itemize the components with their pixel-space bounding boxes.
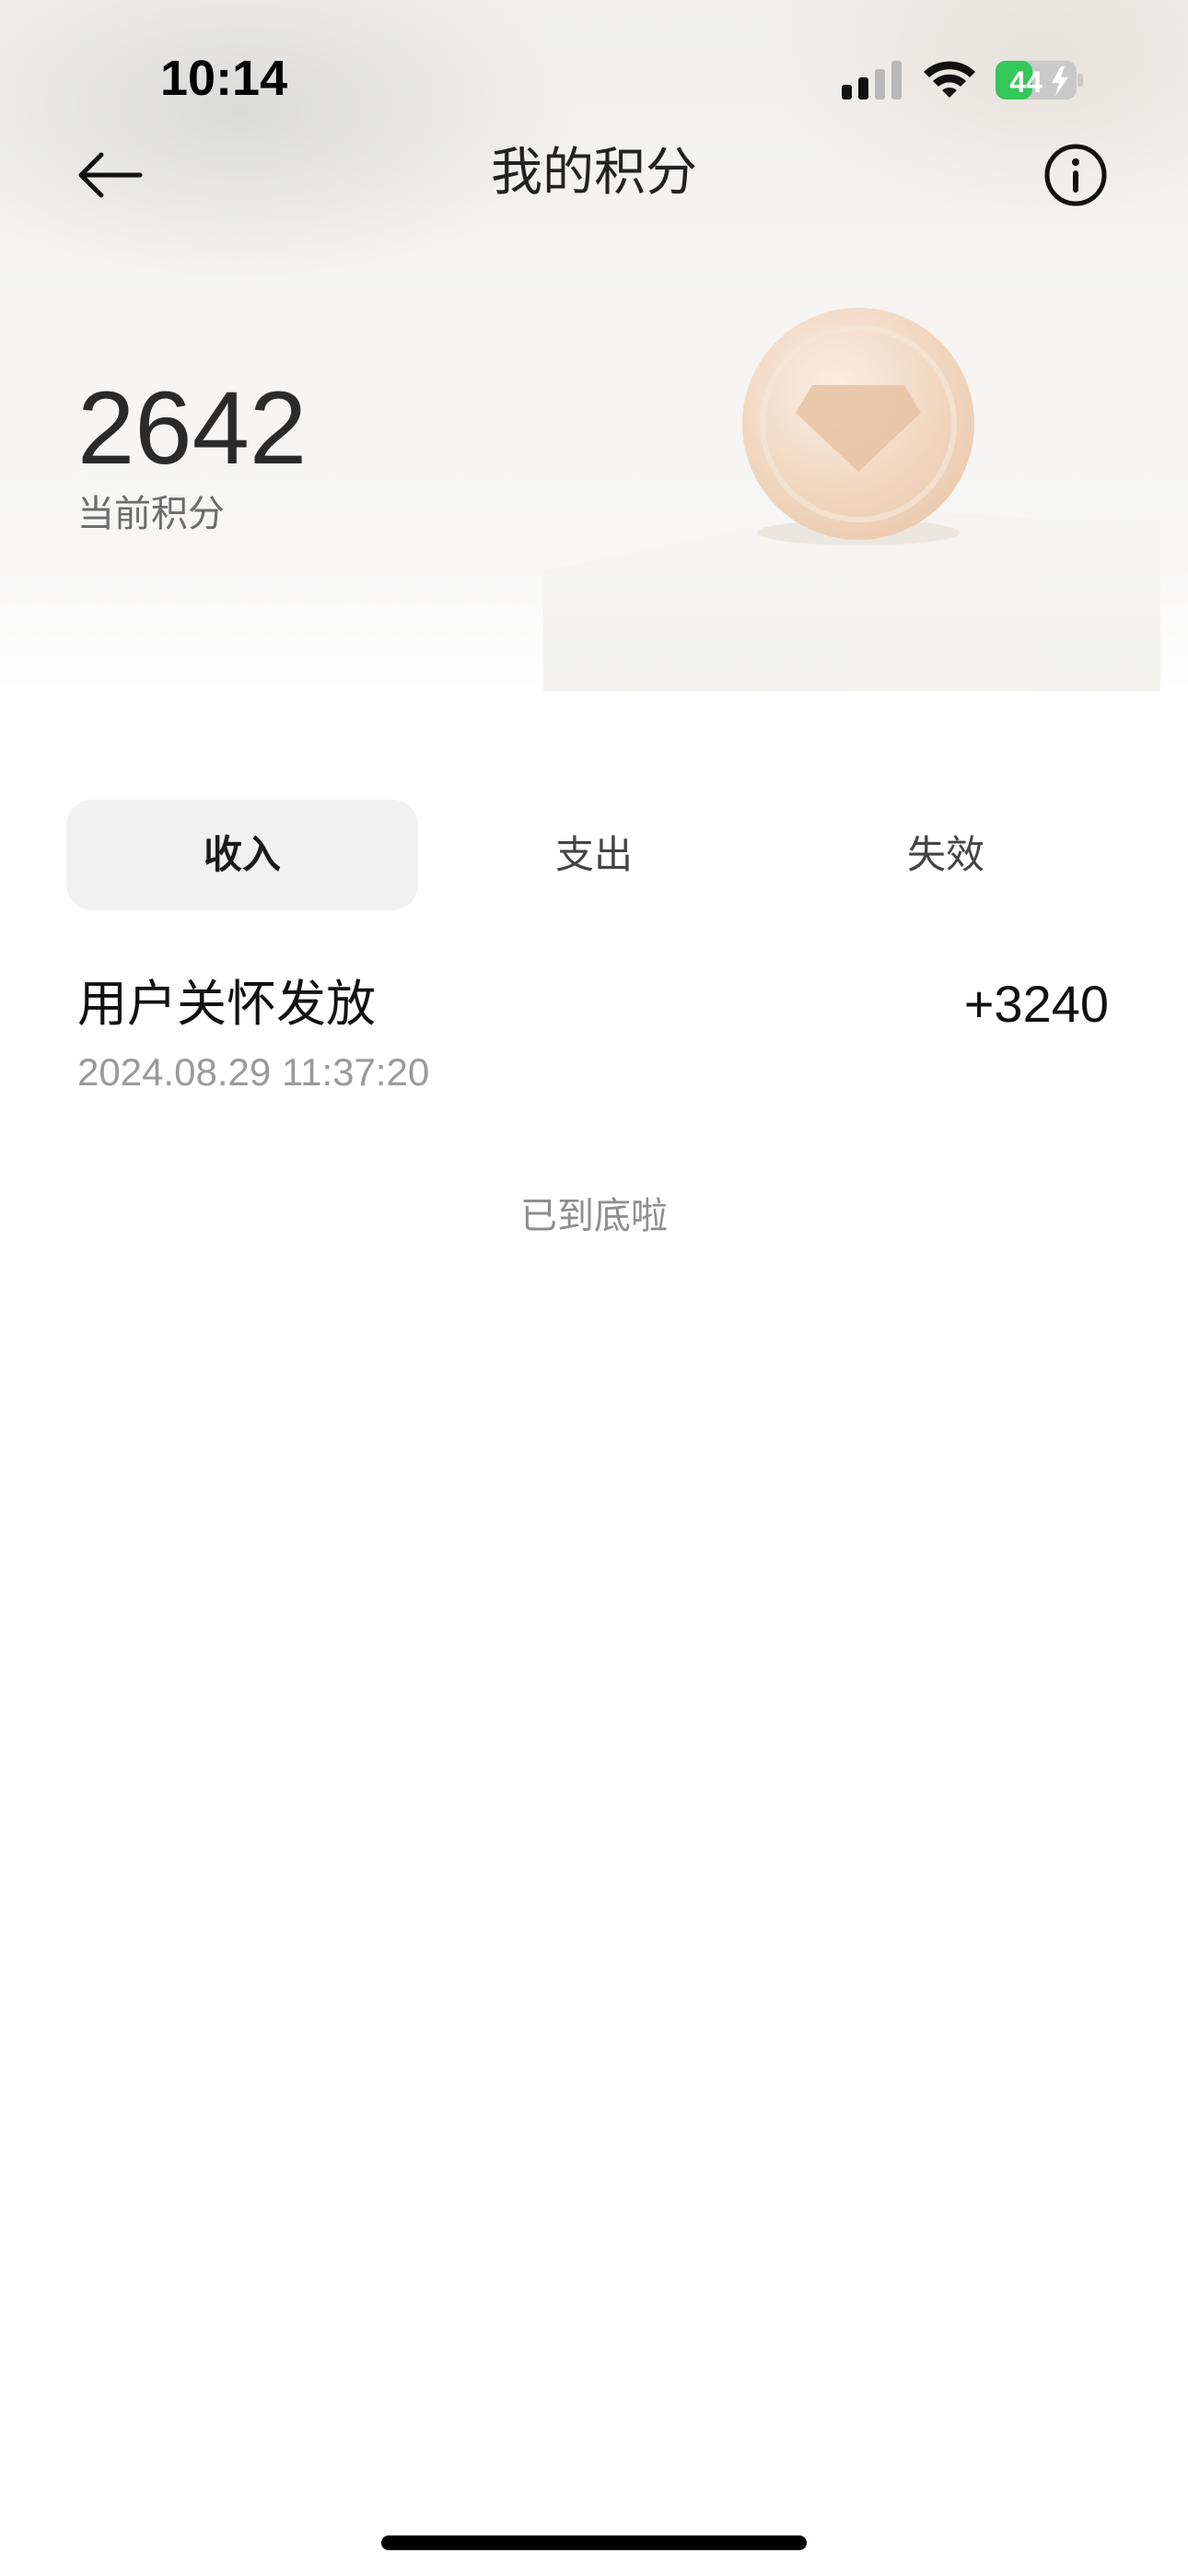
current-points-value: 2642 bbox=[77, 370, 308, 486]
points-header-banner: 10:14 44 我的积分 2642 当前积分 bbox=[0, 0, 1188, 691]
status-time: 10:14 bbox=[160, 51, 288, 106]
records-tab-bar: 收入 支出 失效 bbox=[66, 800, 1122, 910]
record-timestamp: 2024.08.29 11:37:20 bbox=[77, 1050, 430, 1094]
list-item: 用户关怀发放 +3240 2024.08.29 11:37:20 bbox=[77, 967, 1109, 1106]
battery-charging-icon: 44 bbox=[995, 59, 1085, 101]
signal-icon bbox=[842, 61, 902, 100]
record-title: 用户关怀发放 bbox=[77, 975, 376, 1033]
tab-expired[interactable]: 失效 bbox=[770, 800, 1122, 910]
points-coin-illustration bbox=[543, 308, 1160, 691]
info-circle-icon[interactable] bbox=[1042, 142, 1109, 208]
page-title: 我的积分 bbox=[491, 143, 697, 203]
tab-income[interactable]: 收入 bbox=[66, 800, 418, 910]
current-points-label: 当前积分 bbox=[77, 493, 225, 535]
record-amount: +3240 bbox=[963, 975, 1109, 1033]
wifi-icon bbox=[924, 61, 975, 98]
battery-level: 44 bbox=[1009, 65, 1042, 99]
tab-expense[interactable]: 支出 bbox=[418, 800, 770, 910]
home-indicator[interactable] bbox=[381, 2535, 807, 2550]
end-of-list-text: 已到底啦 bbox=[520, 1195, 668, 1237]
